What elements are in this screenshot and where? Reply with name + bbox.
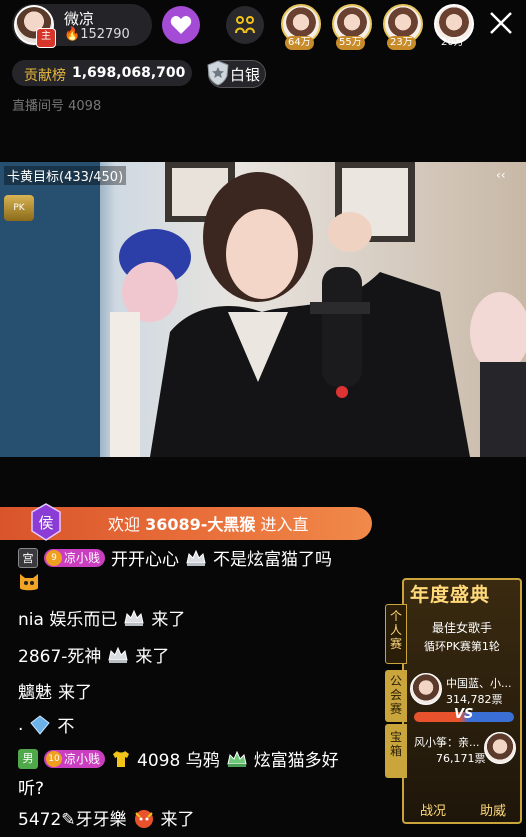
cheer-button[interactable]: 助威 xyxy=(480,800,506,819)
chat-text: 炫富猫多好 xyxy=(253,751,339,771)
crown-icon xyxy=(108,646,129,663)
tier-label: 白银 xyxy=(230,66,261,84)
crown-icon xyxy=(186,549,206,566)
streamer-video-frame xyxy=(0,162,526,457)
competitor-name: 中国蓝、小... xyxy=(446,677,512,690)
flame-icon: 🔥 xyxy=(64,27,81,42)
tab-individual[interactable]: 个人赛 xyxy=(385,604,407,664)
gem-icon xyxy=(30,714,51,735)
chat-text: 来了 xyxy=(160,810,195,830)
tab-guild[interactable]: 公会赛 xyxy=(385,670,407,722)
chat-username[interactable]: 开开心心 xyxy=(111,545,179,570)
chat-message-continued: 听? xyxy=(18,774,44,799)
tshirt-icon xyxy=(113,750,130,767)
vs-label: VS xyxy=(454,707,474,722)
competitor-avatar[interactable] xyxy=(410,673,442,705)
chat-message[interactable]: nia 娱乐而已 来了 xyxy=(18,605,185,630)
event-title: 年度盛典 xyxy=(410,584,491,606)
palace-tag: 宫 xyxy=(18,547,38,568)
top-viewer-score: 23万 xyxy=(387,36,416,50)
competitor-votes: 76,171票 xyxy=(436,752,486,765)
battle-status-button[interactable]: 战况 xyxy=(420,800,446,819)
chat-text: 来了 xyxy=(135,647,170,667)
welcome-text: 欢迎 36089-大黑猴 进入直 xyxy=(108,515,309,534)
welcome-user: 36089-大黑猴 xyxy=(145,515,256,534)
demon-mask-icon xyxy=(134,809,153,828)
collapse-chevron-icon[interactable]: ‹‹ xyxy=(496,168,506,182)
gender-tag: 男 xyxy=(18,748,38,769)
close-icon xyxy=(490,12,512,34)
noble-badge-icon: 侯 xyxy=(30,503,62,541)
chat-text: 来了 xyxy=(151,610,186,630)
contribution-label: 贡献榜 xyxy=(24,68,66,84)
chat-username[interactable]: nia 娱乐而已 xyxy=(18,605,117,630)
chat-text: 听? xyxy=(18,779,45,799)
chat-username[interactable]: 魑魅 xyxy=(18,678,52,703)
chat-text: 不 xyxy=(57,717,75,737)
competitor-name: 风小筝：亲... xyxy=(414,736,480,749)
mic-link-icon xyxy=(235,16,255,34)
heart-icon xyxy=(170,16,192,34)
goal-progress-label: 卡黄目标(433/450) xyxy=(4,166,127,185)
chat-message[interactable]: 魑魅 来了 xyxy=(18,678,92,703)
competitor-votes: 314,782票 xyxy=(446,693,503,706)
chat-username[interactable]: 4098 乌鸦 xyxy=(137,746,220,771)
fan-club-tag: 10 凉小贱 xyxy=(44,749,106,768)
follow-heart-button[interactable] xyxy=(162,6,200,44)
chat-username[interactable]: . xyxy=(18,715,23,735)
top-viewer-score: 64万 xyxy=(285,36,314,50)
live-video-stream[interactable] xyxy=(0,162,526,457)
host-name: 微凉 xyxy=(64,10,95,28)
tab-treasure[interactable]: 宝箱 xyxy=(385,724,407,778)
chat-message[interactable]: 2867-死神 来了 xyxy=(18,642,169,667)
close-button[interactable] xyxy=(484,6,518,40)
fan-club-tag: 9 凉小贱 xyxy=(44,548,106,567)
mic-link-button[interactable] xyxy=(226,6,264,44)
event-round: 循环PK赛第1轮 xyxy=(424,640,500,653)
svg-text:侯: 侯 xyxy=(38,514,53,532)
crown-icon xyxy=(124,609,144,626)
chat-message[interactable]: 5472✎牙牙樂 来了 xyxy=(18,805,195,830)
cat-sticker-icon xyxy=(18,572,40,592)
chat-text: 不是炫富猫了吗 xyxy=(213,550,333,570)
host-fans-count: 🔥152790 xyxy=(64,27,130,42)
chat-message[interactable]: 宫 9 凉小贱 开开心心 不是炫富猫了吗 xyxy=(18,545,332,570)
competitor-avatar[interactable] xyxy=(484,732,516,764)
chat-username[interactable]: 5472✎牙牙樂 xyxy=(18,805,127,830)
top-viewer-score: 20万 xyxy=(441,37,464,48)
top-viewer-score: 55万 xyxy=(336,36,365,50)
chat-message[interactable]: 男 10 凉小贱 4098 乌鸦 炫富猫多好 xyxy=(18,746,339,771)
contribution-value: 1,698,068,700 xyxy=(72,65,186,81)
shield-star-icon xyxy=(206,60,230,86)
room-id: 直播间号 4098 xyxy=(12,99,102,114)
chat-message[interactable]: . 不 xyxy=(18,712,75,738)
event-subtitle: 最佳女歌手 xyxy=(432,621,493,635)
chat-username[interactable]: 2867-死神 xyxy=(18,642,101,667)
host-level-badge: 主 xyxy=(36,28,56,48)
pk-badge[interactable]: PK xyxy=(4,195,34,221)
crown-icon xyxy=(227,750,247,767)
chat-text: 来了 xyxy=(58,683,92,703)
